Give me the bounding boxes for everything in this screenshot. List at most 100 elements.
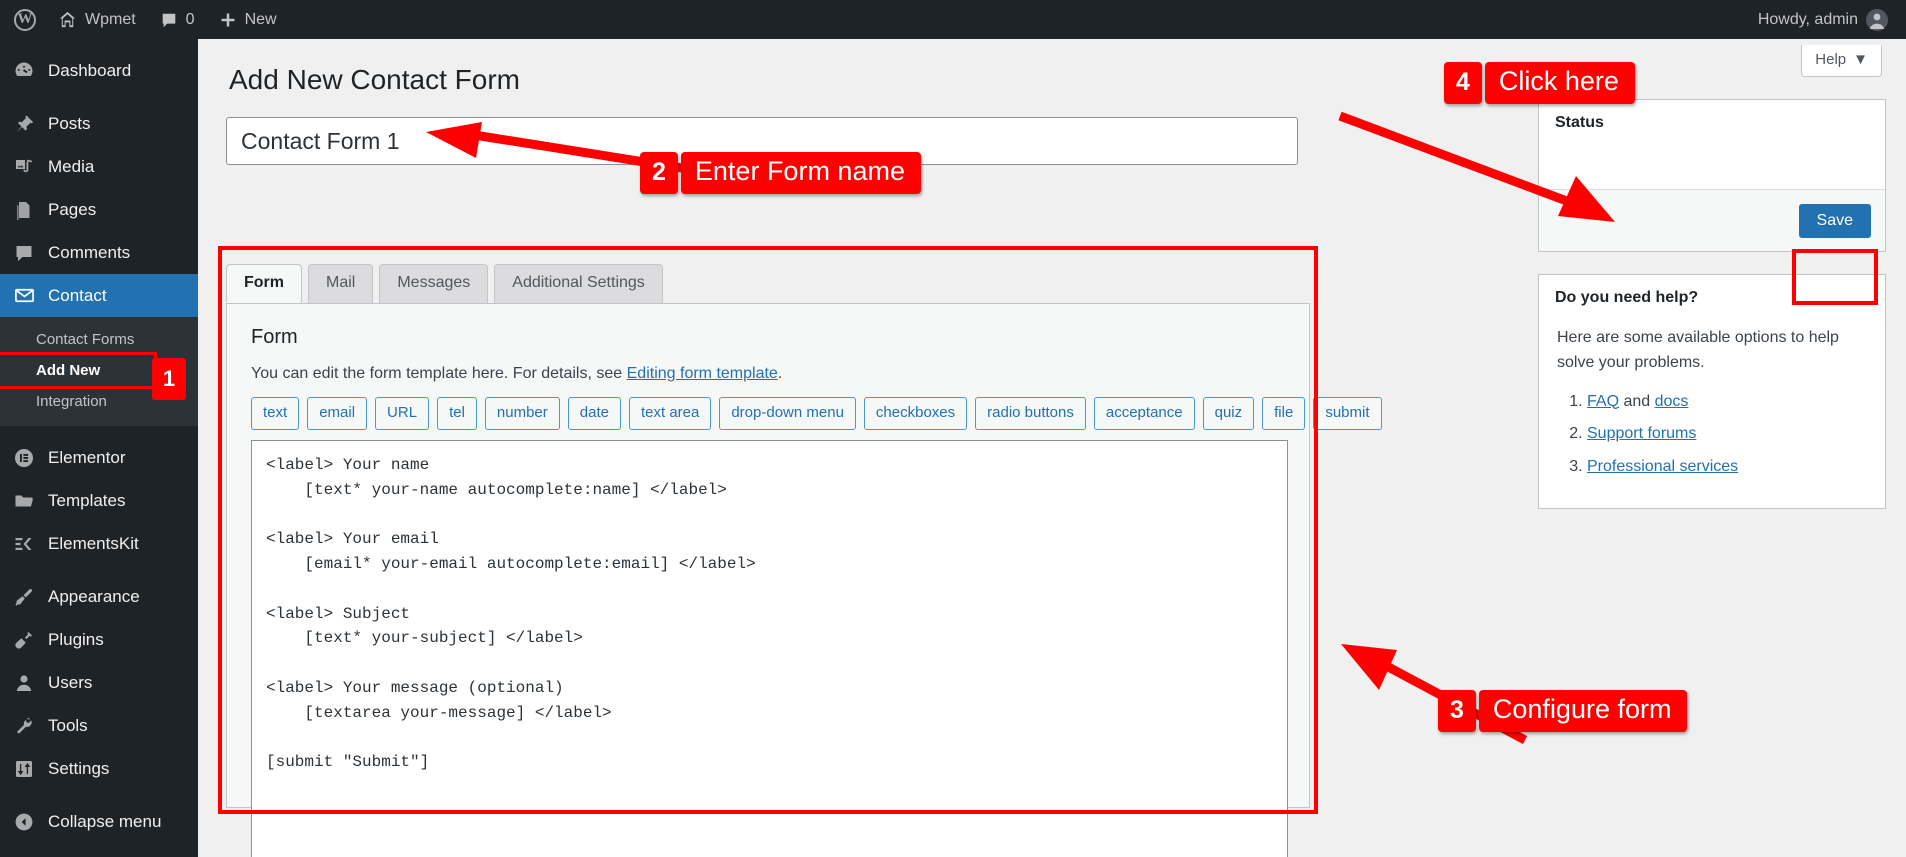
tag-button-quiz[interactable]: quiz [1202,397,1255,430]
editing-form-template-link[interactable]: Editing form template [627,365,778,382]
annotation-callout-2: 2 Enter Form name [640,152,921,194]
help-label: Help [1815,51,1847,68]
tag-button-acceptance[interactable]: acceptance [1093,397,1195,430]
sidebar-item-users[interactable]: Users [0,661,198,704]
tag-button-drop-down-menu[interactable]: drop-down menu [719,397,856,430]
annotation-step-3-number: 3 [1438,690,1476,732]
tag-button-url[interactable]: URL [375,397,430,430]
new-content-label: New [244,10,277,28]
sidebar-label: Users [48,672,93,692]
elementskit-icon [12,532,36,556]
tag-button-file[interactable]: file [1262,397,1306,430]
collapse-arrow-icon [12,810,36,834]
wrench-icon [12,714,36,738]
main-content: Help ▼ Add New Contact Form Form Mail Me… [198,39,1906,857]
panel-heading: Form [251,326,298,348]
page-title: Add New Contact Form [229,64,520,95]
panel-description: You can edit the form template here. For… [251,365,1285,383]
sidebar-item-collapse-menu[interactable]: Collapse menu [0,800,198,843]
user-avatar-icon [1866,8,1888,31]
menu-spacer [0,39,198,49]
annotation-step-2-number: 2 [640,152,678,194]
comments-menu[interactable]: 0 [148,0,207,39]
plus-icon [219,11,237,29]
tab-messages[interactable]: Messages [379,264,489,303]
sidebar-item-pages[interactable]: Pages [0,188,198,231]
tag-button-tel[interactable]: tel [437,397,477,430]
help-body: Here are some available options to help … [1539,322,1885,508]
status-postbox: Status Save [1538,99,1886,252]
status-footer: Save [1539,189,1885,251]
help-toggle-button[interactable]: Help ▼ [1801,45,1882,77]
save-button[interactable]: Save [1798,203,1871,238]
status-heading: Status [1555,114,1604,131]
pin-icon [12,112,36,136]
tag-button-checkboxes[interactable]: checkboxes [863,397,968,430]
tag-button-email[interactable]: email [307,397,368,430]
sidebar-item-comments[interactable]: Comments [0,231,198,274]
tab-additional-settings[interactable]: Additional Settings [494,264,663,303]
sidebar-item-media[interactable]: Media [0,145,198,188]
tag-button-radio-buttons[interactable]: radio buttons [975,397,1086,430]
admin-bar: W Wpmet 0 New Howdy, admin [0,0,1906,39]
menu-spacer [0,92,198,102]
sliders-icon [12,757,36,781]
list-item: FAQ and docs [1587,390,1867,415]
sidebar-item-appearance[interactable]: Appearance [0,575,198,618]
wordpress-logo-button[interactable]: W [0,0,46,39]
support-forums-link[interactable]: Support forums [1587,425,1696,442]
sidebar-item-add-new[interactable]: Add New [0,352,157,389]
comment-bubble-icon [12,241,36,265]
sidebar-label: Elementor [48,447,126,467]
sidebar-label: Posts [48,113,91,133]
help-postbox: Do you need help? Here are some availabl… [1538,274,1886,509]
new-content-menu[interactable]: New [207,0,289,39]
tab-mail[interactable]: Mail [308,264,374,303]
sidebar-label: ElementsKit [48,533,139,553]
sidebar-label: Media [48,156,95,176]
sidebar-label: Appearance [48,586,140,606]
tag-button-text[interactable]: text [251,397,300,430]
howdy-menu[interactable]: Howdy, admin [1746,0,1906,39]
form-tabs: Form Mail Messages Additional Settings [226,264,663,303]
sidebar-item-elementskit[interactable]: ElementsKit [0,522,198,565]
tag-button-date[interactable]: date [567,397,621,430]
sidebar-label: Comments [48,242,131,262]
site-name-label: Wpmet [85,10,136,28]
paintbrush-icon [12,585,36,609]
annotation-step-1: 1 [152,358,186,400]
sidebar-label: Plugins [48,629,104,649]
folder-icon [12,489,36,513]
comment-bubble-icon [160,11,178,29]
sidebar-item-plugins[interactable]: Plugins [0,618,198,661]
sidebar-label: Dashboard [48,60,132,80]
pages-icon [12,198,36,222]
sidebar-item-tools[interactable]: Tools [0,704,198,747]
elementor-icon [12,446,36,470]
form-template-textarea[interactable] [251,439,1288,857]
site-name-menu[interactable]: Wpmet [46,0,148,39]
sidebar-item-contact-forms[interactable]: Contact Forms [0,324,198,355]
sidebar-item-contact[interactable]: Contact [0,274,198,317]
tag-button-text-area[interactable]: text area [628,397,712,430]
status-body [1539,147,1885,189]
menu-spacer [0,790,198,800]
annotation-step-4-label: Click here [1484,62,1635,104]
menu-spacer [0,426,198,436]
sidebar-meta-column: Status Save Do you need help? Here are s… [1538,99,1886,531]
howdy-label: Howdy, admin [1757,10,1858,28]
tag-button-submit[interactable]: submit [1313,397,1382,430]
professional-services-link[interactable]: Professional services [1587,458,1738,475]
docs-link[interactable]: docs [1655,393,1689,410]
sidebar-item-dashboard[interactable]: Dashboard [0,49,198,92]
sidebar-item-settings[interactable]: Settings [0,747,198,790]
form-editor-panel: Form You can edit the form template here… [226,303,1382,857]
sidebar-item-posts[interactable]: Posts [0,102,198,145]
tag-button-number[interactable]: number [484,397,560,430]
menu-spacer [0,565,198,575]
tab-form[interactable]: Form [226,264,302,303]
faq-link[interactable]: FAQ [1587,393,1619,410]
sidebar-item-templates[interactable]: Templates [0,479,198,522]
sidebar-item-elementor[interactable]: Elementor [0,436,198,479]
annotation-callout-4: 4 Click here [1444,62,1635,104]
